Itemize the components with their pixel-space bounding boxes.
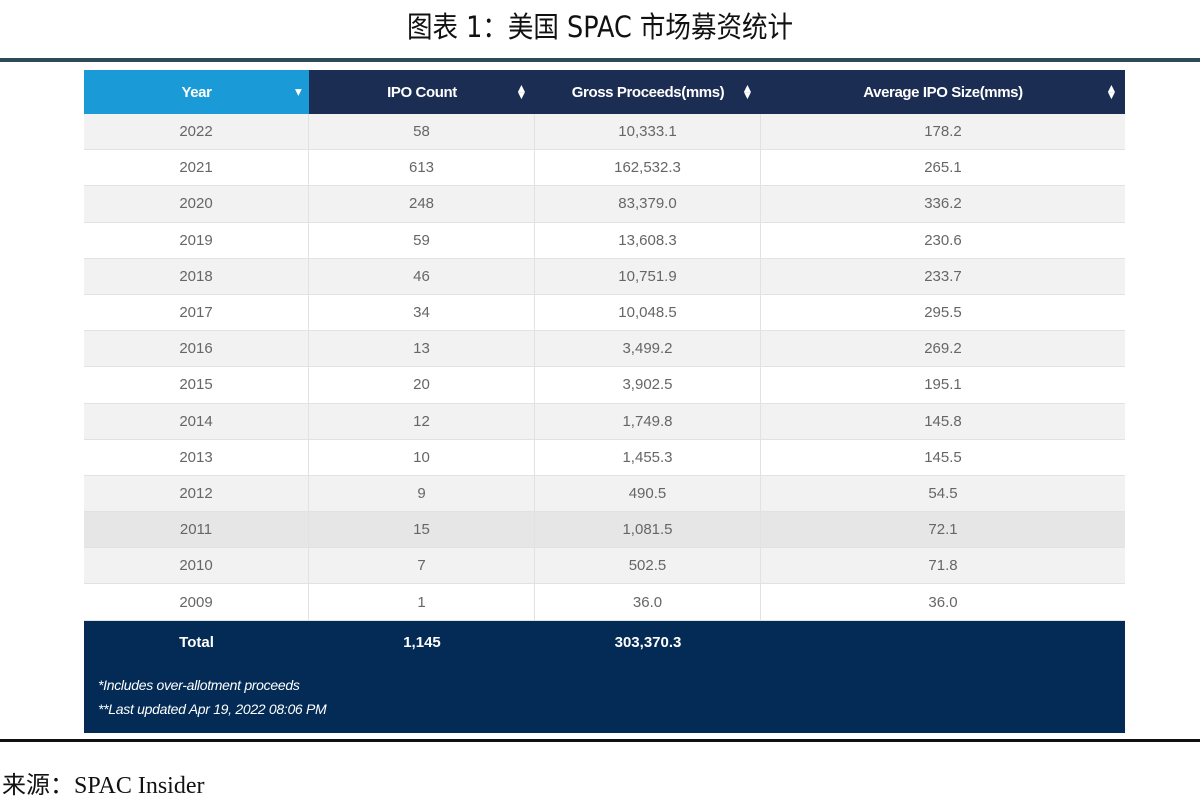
top-divider xyxy=(0,58,1200,62)
sort-desc-icon[interactable]: ▾ xyxy=(295,89,301,96)
cell-average-ipo-size: 72.1 xyxy=(761,512,1125,547)
total-ipo-count: 1,145 xyxy=(309,621,535,665)
table-row: 20129490.554.5 xyxy=(84,476,1125,512)
cell-ipo-count: 59 xyxy=(309,223,535,258)
bottom-divider xyxy=(0,739,1200,742)
cell-average-ipo-size: 269.2 xyxy=(761,331,1125,366)
cell-average-ipo-size: 145.8 xyxy=(761,404,1125,439)
cell-year: 2011 xyxy=(84,512,309,547)
cell-year: 2014 xyxy=(84,404,309,439)
total-row: Total 1,145 303,370.3 xyxy=(84,621,1125,665)
cell-ipo-count: 34 xyxy=(309,295,535,330)
total-gross-proceeds: 303,370.3 xyxy=(535,621,761,665)
cell-ipo-count: 13 xyxy=(309,331,535,366)
table-row: 2009136.036.0 xyxy=(84,584,1125,620)
table-row: 20225810,333.1178.2 xyxy=(84,114,1125,150)
cell-year: 2010 xyxy=(84,548,309,583)
cell-ipo-count: 20 xyxy=(309,367,535,402)
table-row: 2016133,499.2269.2 xyxy=(84,331,1125,367)
figure-title: 图表 1：美国 SPAC 市场募资统计 xyxy=(72,4,1128,46)
cell-year: 2012 xyxy=(84,476,309,511)
cell-year: 2018 xyxy=(84,259,309,294)
note-over-allotment: *Includes over-allotment proceeds xyxy=(98,677,300,693)
source-note: 来源：SPAC Insider xyxy=(2,765,204,800)
cell-year: 2015 xyxy=(84,367,309,402)
cell-year: 2020 xyxy=(84,186,309,221)
cell-ipo-count: 58 xyxy=(309,114,535,149)
cell-gross-proceeds: 10,048.5 xyxy=(535,295,761,330)
cell-year: 2019 xyxy=(84,223,309,258)
table-body: 20225810,333.1178.22021613162,532.3265.1… xyxy=(84,114,1125,621)
header-average-ipo-size[interactable]: Average IPO Size(mms)▲▼ xyxy=(761,70,1125,114)
table-row: 20184610,751.9233.7 xyxy=(84,259,1125,295)
header-year[interactable]: Year▾ xyxy=(84,70,309,114)
cell-ipo-count: 248 xyxy=(309,186,535,221)
cell-year: 2022 xyxy=(84,114,309,149)
table-row: 20195913,608.3230.6 xyxy=(84,223,1125,259)
cell-average-ipo-size: 233.7 xyxy=(761,259,1125,294)
cell-average-ipo-size: 54.5 xyxy=(761,476,1125,511)
sort-icon[interactable]: ▲▼ xyxy=(1106,85,1117,99)
table-row: 2013101,455.3145.5 xyxy=(84,440,1125,476)
cell-average-ipo-size: 36.0 xyxy=(761,584,1125,619)
header-ipo-count[interactable]: IPO Count▲▼ xyxy=(309,70,535,114)
cell-gross-proceeds: 490.5 xyxy=(535,476,761,511)
table-row: 202024883,379.0336.2 xyxy=(84,186,1125,222)
table-row: 20173410,048.5295.5 xyxy=(84,295,1125,331)
cell-average-ipo-size: 295.5 xyxy=(761,295,1125,330)
header-gross-proceeds[interactable]: Gross Proceeds(mms)▲▼ xyxy=(535,70,761,114)
cell-average-ipo-size: 71.8 xyxy=(761,548,1125,583)
cell-gross-proceeds: 10,751.9 xyxy=(535,259,761,294)
sort-icon[interactable]: ▲▼ xyxy=(742,85,753,99)
cell-year: 2021 xyxy=(84,150,309,185)
cell-gross-proceeds: 83,379.0 xyxy=(535,186,761,221)
cell-ipo-count: 12 xyxy=(309,404,535,439)
cell-gross-proceeds: 36.0 xyxy=(535,584,761,619)
cell-average-ipo-size: 145.5 xyxy=(761,440,1125,475)
cell-gross-proceeds: 3,902.5 xyxy=(535,367,761,402)
cell-average-ipo-size: 336.2 xyxy=(761,186,1125,221)
cell-average-ipo-size: 265.1 xyxy=(761,150,1125,185)
cell-ipo-count: 10 xyxy=(309,440,535,475)
cell-average-ipo-size: 178.2 xyxy=(761,114,1125,149)
table-row: 2011151,081.572.1 xyxy=(84,512,1125,548)
cell-gross-proceeds: 1,081.5 xyxy=(535,512,761,547)
cell-year: 2017 xyxy=(84,295,309,330)
cell-gross-proceeds: 13,608.3 xyxy=(535,223,761,258)
cell-gross-proceeds: 1,749.8 xyxy=(535,404,761,439)
cell-gross-proceeds: 10,333.1 xyxy=(535,114,761,149)
table-row: 20107502.571.8 xyxy=(84,548,1125,584)
sort-icon[interactable]: ▲▼ xyxy=(516,85,527,99)
cell-gross-proceeds: 3,499.2 xyxy=(535,331,761,366)
table-row: 2015203,902.5195.1 xyxy=(84,367,1125,403)
cell-year: 2009 xyxy=(84,584,309,619)
table-header: Year▾ IPO Count▲▼ Gross Proceeds(mms)▲▼ … xyxy=(84,70,1125,114)
table-footer: Total 1,145 303,370.3 *Includes over-all… xyxy=(84,621,1125,733)
cell-year: 2016 xyxy=(84,331,309,366)
cell-ipo-count: 613 xyxy=(309,150,535,185)
cell-ipo-count: 9 xyxy=(309,476,535,511)
table-row: 2014121,749.8145.8 xyxy=(84,404,1125,440)
table-row: 2021613162,532.3265.1 xyxy=(84,150,1125,186)
cell-ipo-count: 1 xyxy=(309,584,535,619)
cell-average-ipo-size: 195.1 xyxy=(761,367,1125,402)
cell-gross-proceeds: 1,455.3 xyxy=(535,440,761,475)
note-last-updated: **Last updated Apr 19, 2022 08:06 PM xyxy=(98,701,326,717)
spac-table: Year▾ IPO Count▲▼ Gross Proceeds(mms)▲▼ … xyxy=(84,70,1125,733)
cell-gross-proceeds: 162,532.3 xyxy=(535,150,761,185)
total-label: Total xyxy=(84,621,309,665)
total-average-empty xyxy=(761,621,1125,665)
cell-ipo-count: 7 xyxy=(309,548,535,583)
cell-year: 2013 xyxy=(84,440,309,475)
cell-ipo-count: 15 xyxy=(309,512,535,547)
cell-average-ipo-size: 230.6 xyxy=(761,223,1125,258)
cell-ipo-count: 46 xyxy=(309,259,535,294)
cell-gross-proceeds: 502.5 xyxy=(535,548,761,583)
